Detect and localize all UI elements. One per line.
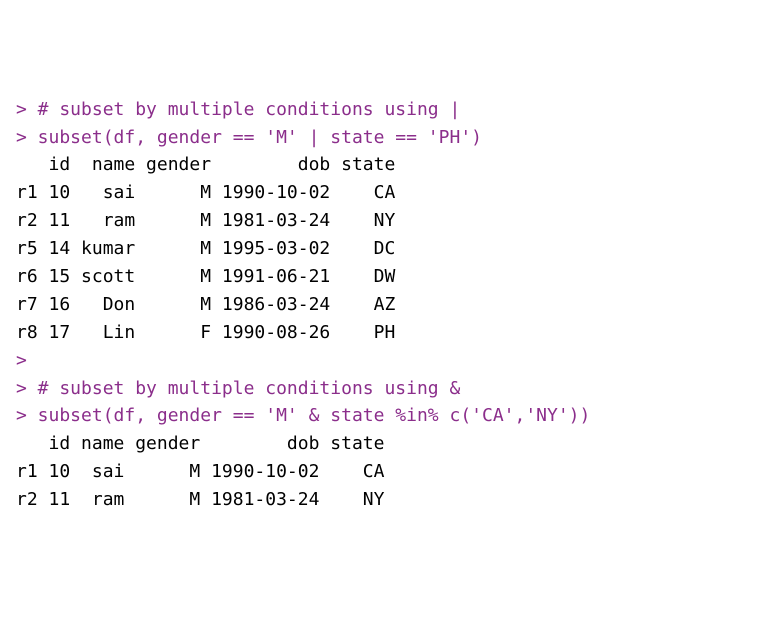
console-command-line: > [16, 347, 764, 375]
console-output-line: r1 10 sai M 1990-10-02 CA [16, 458, 764, 486]
console-command-line: > subset(df, gender == 'M' | state == 'P… [16, 124, 764, 152]
console-command-line: > # subset by multiple conditions using … [16, 375, 764, 403]
console-command-line: > # subset by multiple conditions using … [16, 96, 764, 124]
console-output-line: r7 16 Don M 1986-03-24 AZ [16, 291, 764, 319]
r-console-output: > # subset by multiple conditions using … [16, 96, 764, 514]
console-output-line: r1 10 sai M 1990-10-02 CA [16, 179, 764, 207]
console-output-line: r5 14 kumar M 1995-03-02 DC [16, 235, 764, 263]
console-output-line: id name gender dob state [16, 430, 764, 458]
console-output-line: r2 11 ram M 1981-03-24 NY [16, 207, 764, 235]
console-output-line: r8 17 Lin F 1990-08-26 PH [16, 319, 764, 347]
console-output-line: id name gender dob state [16, 151, 764, 179]
console-output-line: r6 15 scott M 1991-06-21 DW [16, 263, 764, 291]
console-command-line: > subset(df, gender == 'M' & state %in% … [16, 402, 764, 430]
console-output-line: r2 11 ram M 1981-03-24 NY [16, 486, 764, 514]
